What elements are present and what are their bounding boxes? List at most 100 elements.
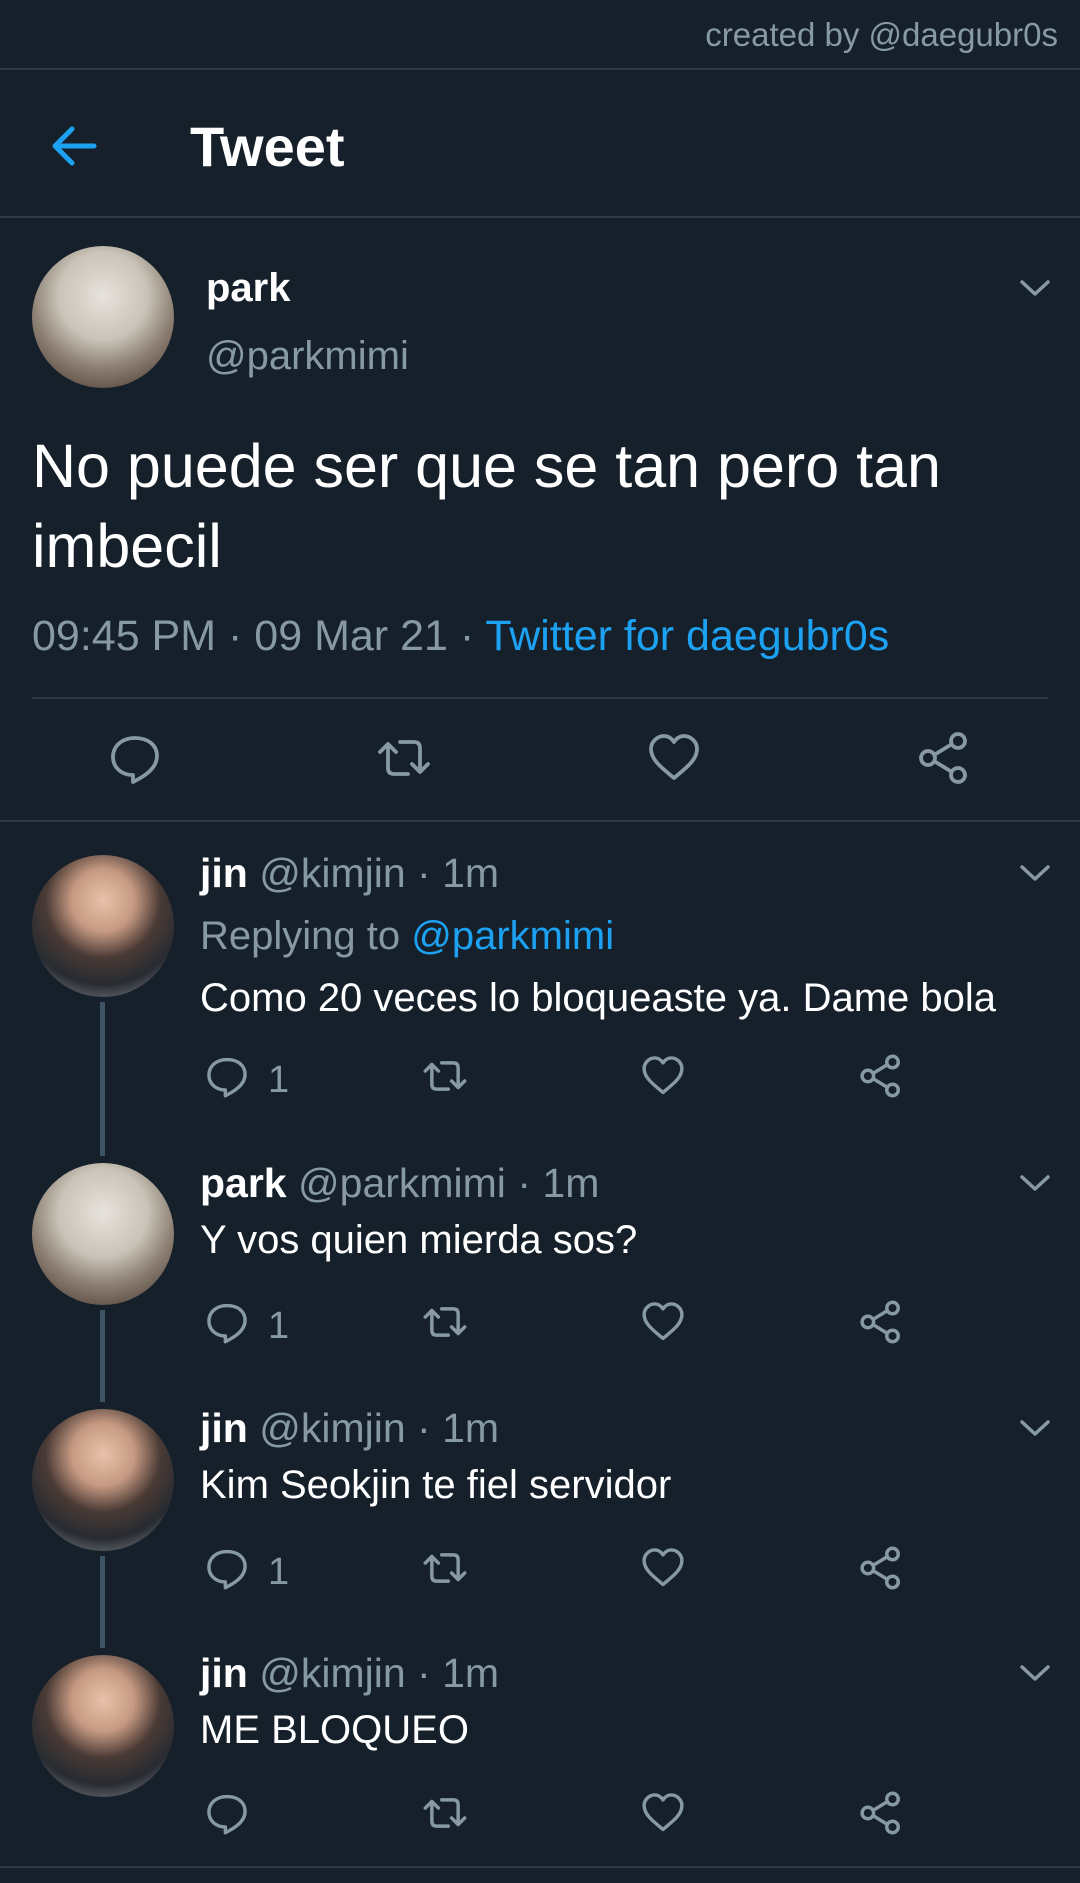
reply-text: Como 20 veces lo bloqueaste ya. Dame bol… xyxy=(200,976,997,1020)
tweet-source-link[interactable]: Twitter for daegubr0s xyxy=(485,612,889,660)
header-divider xyxy=(0,216,1080,218)
reply-text: Kim Seokjin te fiel servidor xyxy=(200,1463,672,1507)
reply-header: park @parkmimi · 1m xyxy=(200,1160,599,1207)
thread-connector xyxy=(100,1556,105,1648)
reply-button[interactable] xyxy=(204,1790,250,1836)
retweet-button[interactable] xyxy=(422,1545,468,1591)
avatar[interactable] xyxy=(32,1655,174,1797)
retweet-icon xyxy=(423,1553,467,1583)
share-icon xyxy=(860,1546,900,1590)
like-button[interactable] xyxy=(646,730,702,786)
like-button[interactable] xyxy=(640,1545,686,1591)
reply-button[interactable] xyxy=(204,1053,250,1099)
like-button[interactable] xyxy=(640,1790,686,1836)
chevron-down-icon xyxy=(1020,1175,1050,1191)
retweet-button[interactable] xyxy=(422,1299,468,1345)
avatar[interactable] xyxy=(32,1409,174,1551)
reply-count: 1 xyxy=(268,1305,290,1347)
replies-divider xyxy=(0,820,1080,822)
reply-count: 1 xyxy=(268,1551,290,1593)
chevron-down-icon xyxy=(1020,1420,1050,1436)
back-button[interactable] xyxy=(46,118,102,174)
tweet-menu-button[interactable] xyxy=(1018,1417,1052,1439)
chevron-down-icon xyxy=(1020,865,1050,881)
heart-icon xyxy=(642,1548,684,1587)
reply-button[interactable] xyxy=(107,730,163,786)
reply-header: jin @kimjin · 1m xyxy=(200,1650,499,1697)
retweet-icon xyxy=(423,1798,467,1828)
reply-author-handle[interactable]: @parkmimi xyxy=(298,1160,506,1206)
share-icon xyxy=(919,732,967,784)
heart-icon xyxy=(642,1302,684,1341)
page-title: Tweet xyxy=(190,115,345,178)
share-button[interactable] xyxy=(858,1790,904,1836)
tweet-menu-button[interactable] xyxy=(1018,1172,1052,1194)
reply-author-name[interactable]: park xyxy=(200,1160,287,1206)
share-button[interactable] xyxy=(858,1053,904,1099)
meta-separator: · xyxy=(417,1650,431,1696)
tweet-menu-button[interactable] xyxy=(1018,277,1052,299)
reply-button[interactable] xyxy=(204,1299,250,1345)
reply-author-name[interactable]: jin xyxy=(200,1405,248,1451)
reply-time: 1m xyxy=(442,1405,500,1451)
reply-header: jin @kimjin · 1m xyxy=(200,1405,499,1452)
heart-icon xyxy=(642,1056,684,1095)
comment-icon xyxy=(207,1549,247,1590)
top-divider xyxy=(0,68,1080,70)
share-icon xyxy=(860,1300,900,1344)
meta-separator: · xyxy=(417,1405,431,1451)
reply-author-handle[interactable]: @kimjin xyxy=(259,1405,405,1451)
bottom-divider xyxy=(0,1866,1080,1868)
author-name[interactable]: park xyxy=(206,266,291,311)
chevron-down-icon xyxy=(1020,280,1050,296)
avatar[interactable] xyxy=(32,1163,174,1305)
reply-time: 1m xyxy=(442,850,500,896)
reply-text: Y vos quien mierda sos? xyxy=(200,1218,638,1262)
replying-to: Replying to @parkmimi xyxy=(200,914,614,959)
share-button[interactable] xyxy=(858,1299,904,1345)
reply-author-handle[interactable]: @kimjin xyxy=(259,1650,405,1696)
heart-icon xyxy=(642,1793,684,1832)
reply-author-handle[interactable]: @kimjin xyxy=(259,850,405,896)
tweet-menu-button[interactable] xyxy=(1018,862,1052,884)
comment-icon xyxy=(111,736,159,784)
replying-to-link[interactable]: @parkmimi xyxy=(411,914,614,958)
author-handle[interactable]: @parkmimi xyxy=(206,334,409,379)
comment-icon xyxy=(207,1057,247,1098)
retweet-button[interactable] xyxy=(422,1790,468,1836)
heart-icon xyxy=(649,734,699,780)
share-icon xyxy=(860,1791,900,1835)
retweet-icon xyxy=(378,740,430,776)
share-button[interactable] xyxy=(858,1545,904,1591)
chevron-down-icon xyxy=(1020,1665,1050,1681)
reply-text: ME BLOQUEO xyxy=(200,1708,469,1752)
tweet-text: No puede ser que se tan pero tan imbecil xyxy=(32,432,941,580)
reply-time: 1m xyxy=(442,1650,500,1696)
comment-icon xyxy=(207,1303,247,1344)
tweet-meta: 09:45 PM · 09 Mar 21 · Twitter for daegu… xyxy=(32,612,889,661)
avatar[interactable] xyxy=(32,246,174,388)
retweet-button[interactable] xyxy=(422,1053,468,1099)
tweet-time: 09:45 PM xyxy=(32,612,217,660)
thread-connector xyxy=(100,1002,105,1156)
meta-separator: · xyxy=(517,1160,531,1206)
meta-divider xyxy=(32,697,1048,699)
meta-separator: · xyxy=(417,850,431,896)
arrow-back-icon xyxy=(52,126,97,166)
retweet-icon xyxy=(423,1307,467,1337)
share-icon xyxy=(860,1054,900,1098)
like-button[interactable] xyxy=(640,1053,686,1099)
meta-separator: · xyxy=(228,612,243,660)
retweet-button[interactable] xyxy=(376,730,432,786)
like-button[interactable] xyxy=(640,1299,686,1345)
retweet-icon xyxy=(423,1061,467,1091)
reply-time: 1m xyxy=(542,1160,600,1206)
tweet-menu-button[interactable] xyxy=(1018,1662,1052,1684)
comment-icon xyxy=(207,1794,247,1835)
share-button[interactable] xyxy=(916,730,972,786)
reply-count: 1 xyxy=(268,1059,290,1101)
reply-author-name[interactable]: jin xyxy=(200,850,248,896)
reply-author-name[interactable]: jin xyxy=(200,1650,248,1696)
reply-button[interactable] xyxy=(204,1545,250,1591)
avatar[interactable] xyxy=(32,855,174,997)
